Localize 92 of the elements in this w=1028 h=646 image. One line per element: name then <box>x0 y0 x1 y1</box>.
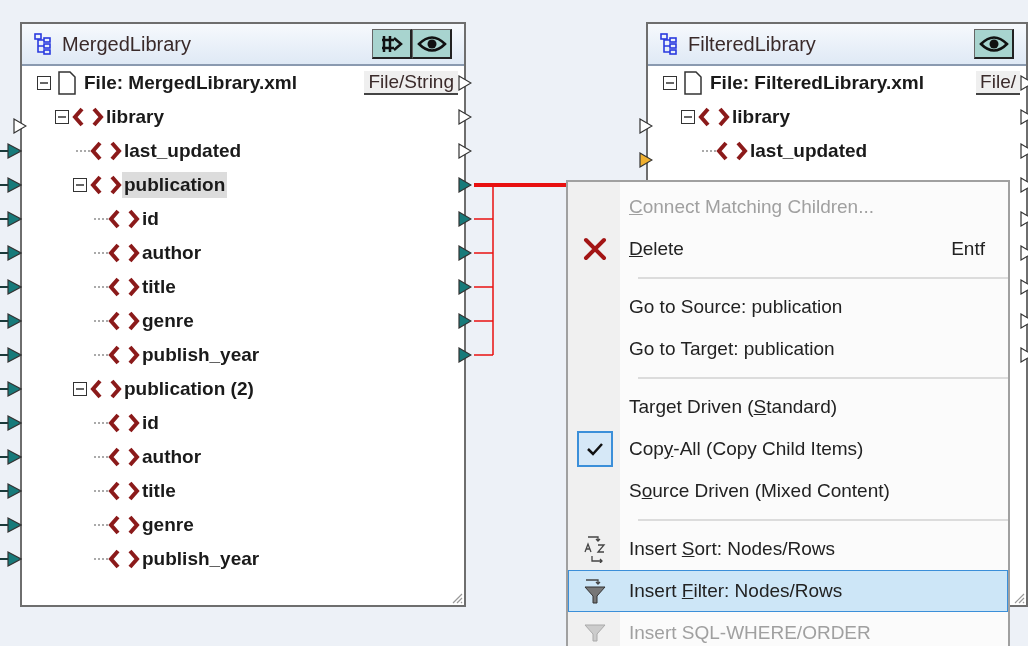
element-icon <box>108 549 140 569</box>
node-label[interactable]: publish_year <box>140 546 262 572</box>
port-icon[interactable] <box>0 279 22 295</box>
menu-item[interactable]: Source Driven (Mixed Content) <box>568 470 1008 512</box>
port-icon[interactable] <box>0 551 22 567</box>
port-icon[interactable] <box>0 313 22 329</box>
node-label[interactable]: publication <box>122 172 228 198</box>
tree-icon <box>34 33 52 55</box>
port-icon[interactable] <box>0 211 22 227</box>
node-label[interactable]: library <box>730 104 793 130</box>
document-icon <box>58 71 76 95</box>
element-icon <box>72 107 104 127</box>
node-label[interactable]: publish_year <box>140 342 262 368</box>
port-icon[interactable] <box>458 177 472 193</box>
menu-item[interactable]: Insert Filter: Nodes/Rows <box>568 570 1008 612</box>
element-icon <box>108 209 140 229</box>
element-icon <box>108 447 140 467</box>
node-label[interactable]: id <box>140 206 161 232</box>
menu-item[interactable]: Go to Target: publication <box>568 328 1008 370</box>
tree-icon <box>660 33 678 55</box>
node-label[interactable]: File: FilteredLibrary.xml <box>708 70 926 96</box>
collapse-icon[interactable] <box>55 110 69 124</box>
delete-icon <box>582 236 608 262</box>
filter-icon <box>584 624 606 642</box>
element-icon <box>108 277 140 297</box>
port-icon[interactable] <box>639 152 653 168</box>
port-icon[interactable] <box>0 143 22 159</box>
toggle-button[interactable] <box>974 29 1014 59</box>
collapse-icon[interactable] <box>37 76 51 90</box>
port-icon[interactable] <box>458 347 472 363</box>
menu-item[interactable]: Target Driven (Standard) <box>568 386 1008 428</box>
port-icon[interactable] <box>458 109 472 125</box>
element-icon <box>108 413 140 433</box>
collapse-icon[interactable] <box>73 382 87 396</box>
element-icon <box>108 345 140 365</box>
element-icon <box>108 243 140 263</box>
node-label[interactable]: genre <box>140 308 196 334</box>
node-label[interactable]: id <box>140 410 161 436</box>
file-string-button[interactable]: File/ <box>976 71 1020 95</box>
port-icon[interactable] <box>0 517 22 533</box>
port-icon[interactable] <box>0 449 22 465</box>
node-label[interactable]: title <box>140 274 178 300</box>
node-label[interactable]: last_updated <box>122 138 244 164</box>
element-icon <box>698 107 730 127</box>
document-icon <box>684 71 702 95</box>
file-string-button[interactable]: File/String <box>364 71 458 95</box>
node-label[interactable]: author <box>140 240 204 266</box>
toggle-button[interactable] <box>412 29 452 59</box>
port-icon[interactable] <box>0 415 22 431</box>
element-icon <box>90 141 122 161</box>
element-icon <box>90 175 122 195</box>
stream-icon <box>379 33 404 54</box>
port-icon[interactable] <box>0 347 22 363</box>
port-icon[interactable] <box>458 143 472 159</box>
element-icon <box>90 379 122 399</box>
port-icon[interactable] <box>0 245 22 261</box>
port-icon[interactable] <box>0 483 22 499</box>
menu-item[interactable]: Delete Entf <box>568 228 1008 270</box>
node-label[interactable]: File: MergedLibrary.xml <box>82 70 299 96</box>
element-icon <box>108 481 140 501</box>
port-icon[interactable] <box>458 245 472 261</box>
element-icon <box>716 141 748 161</box>
menu-item[interactable]: Insert Sort: Nodes/Rows <box>568 528 1008 570</box>
node-label[interactable]: publication (2) <box>122 376 256 402</box>
port-icon[interactable] <box>458 313 472 329</box>
node-label[interactable]: genre <box>140 512 196 538</box>
node-label[interactable]: last_updated <box>748 138 870 164</box>
node-label[interactable]: author <box>140 444 204 470</box>
sort-icon <box>582 535 608 563</box>
menu-item[interactable]: Go to Source: publication <box>568 286 1008 328</box>
port-icon[interactable] <box>0 381 22 397</box>
port-icon[interactable] <box>639 118 653 134</box>
eye-icon <box>416 34 447 53</box>
toggle-button[interactable] <box>372 29 412 59</box>
component-title: FilteredLibrary <box>688 32 817 56</box>
port-icon[interactable] <box>458 279 472 295</box>
port-icon[interactable] <box>13 118 27 134</box>
menu-item[interactable]: Copy-All (Copy Child Items) <box>568 428 1008 470</box>
resize-grip-icon[interactable] <box>451 592 463 604</box>
port-icon[interactable] <box>0 177 22 193</box>
node-label[interactable]: library <box>104 104 167 130</box>
element-icon <box>108 515 140 535</box>
component-title: MergedLibrary <box>62 32 192 56</box>
node-label[interactable]: title <box>140 478 178 504</box>
collapse-icon[interactable] <box>73 178 87 192</box>
resize-grip-icon[interactable] <box>1013 592 1025 604</box>
collapse-icon[interactable] <box>663 76 677 90</box>
eye-icon <box>978 34 1009 53</box>
shortcut-text: Entf <box>951 238 985 260</box>
port-icon[interactable] <box>458 211 472 227</box>
collapse-icon[interactable] <box>681 110 695 124</box>
element-icon <box>108 311 140 331</box>
